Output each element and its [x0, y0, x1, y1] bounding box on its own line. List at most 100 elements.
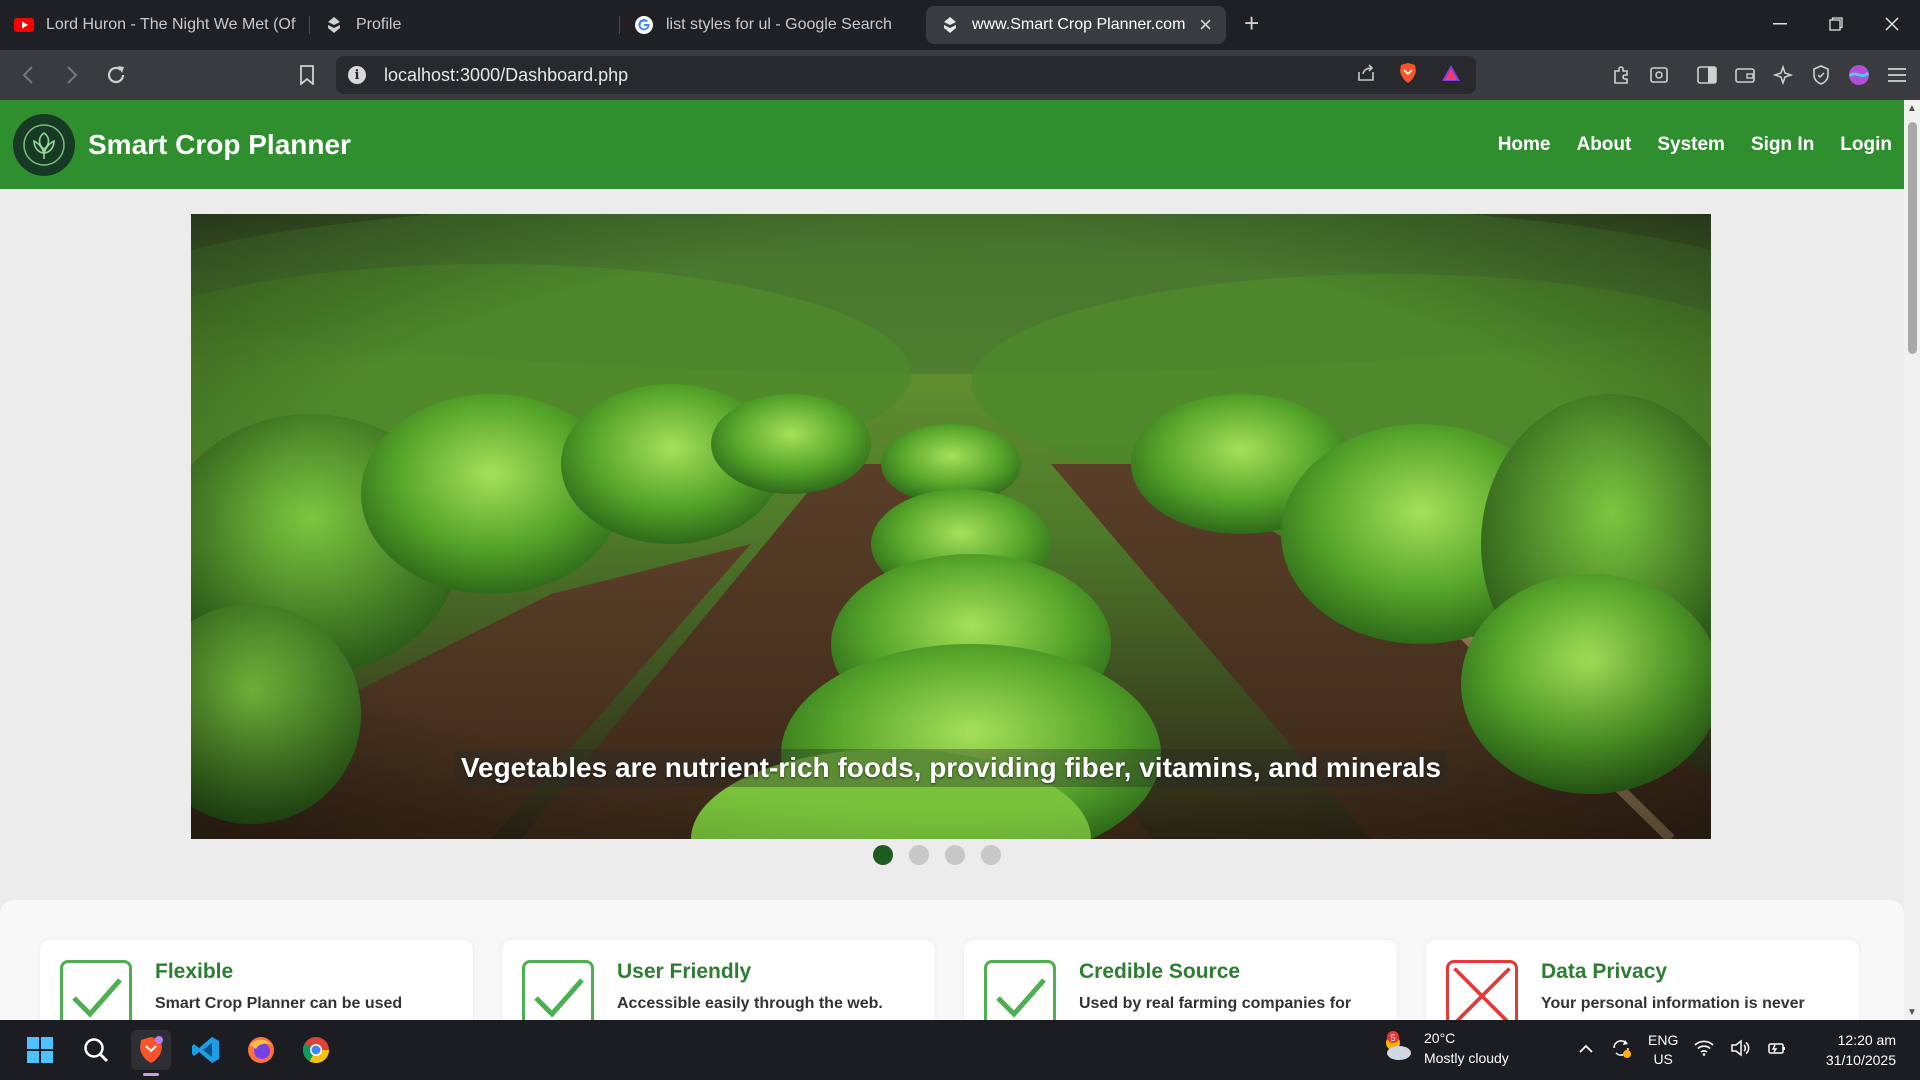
weather-temp: 20°C — [1424, 1030, 1456, 1046]
tab-label: www.Smart Crop Planner.com — [972, 16, 1186, 33]
new-tab-button[interactable]: + — [1244, 10, 1259, 36]
weather-badge: 5 — [1390, 1033, 1395, 1043]
site-logo-icon — [324, 15, 344, 35]
feature-title: User Friendly — [617, 960, 752, 983]
menu-icon[interactable] — [1882, 60, 1912, 90]
features-section: Flexible Smart Crop Planner can be used … — [0, 900, 1904, 1020]
taskbar-chrome[interactable] — [296, 1030, 336, 1070]
language-code: ENG — [1648, 1032, 1679, 1048]
taskbar-brave[interactable] — [131, 1030, 171, 1076]
windows-taskbar: 5 20°C Mostly cloudy ENG US 12:20 am 31/… — [0, 1020, 1920, 1080]
carousel-dot-2[interactable] — [909, 845, 929, 865]
forward-arrow-icon — [67, 66, 78, 84]
forward-button[interactable] — [54, 57, 90, 93]
share-icon[interactable] — [1356, 63, 1376, 88]
brave-shields-icon[interactable] — [1398, 62, 1418, 89]
extensions-icon[interactable] — [1606, 60, 1636, 90]
restore-icon[interactable] — [1808, 0, 1864, 48]
battery-icon[interactable] — [1766, 1040, 1786, 1061]
cross-icon — [1446, 960, 1518, 1020]
reload-icon — [107, 66, 125, 84]
tab-smart-crop-planner[interactable]: www.Smart Crop Planner.com × — [926, 6, 1226, 44]
scroll-up-icon[interactable]: ▲ — [1904, 100, 1920, 116]
weather-condition: Mostly cloudy — [1424, 1050, 1509, 1066]
feature-card-user-friendly: User Friendly Accessible easily through … — [502, 940, 935, 1020]
carousel-dot-3[interactable] — [945, 845, 965, 865]
search-button[interactable] — [76, 1030, 116, 1070]
bookmark-icon — [300, 65, 314, 85]
nav-sign-in[interactable]: Sign In — [1751, 134, 1814, 156]
address-bar[interactable]: i localhost:3000/Dashboard.php — [336, 56, 1476, 94]
leo-ai-icon[interactable] — [1768, 60, 1798, 90]
minimize-icon[interactable] — [1752, 0, 1808, 48]
system-clock[interactable]: 12:20 am 31/10/2025 — [1826, 1030, 1896, 1070]
nav-login[interactable]: Login — [1840, 134, 1892, 156]
chrome-icon — [302, 1037, 330, 1064]
taskbar-firefox[interactable] — [241, 1030, 281, 1070]
chevron-up-icon[interactable] — [1578, 1041, 1594, 1059]
nav-system[interactable]: System — [1657, 134, 1725, 156]
region-code: US — [1653, 1051, 1673, 1067]
start-button[interactable] — [20, 1030, 60, 1070]
close-window-icon[interactable] — [1864, 0, 1920, 48]
carousel-dot-4[interactable] — [981, 845, 1001, 865]
back-button[interactable] — [10, 57, 46, 93]
vpn-icon[interactable] — [1806, 60, 1836, 90]
wifi-icon[interactable] — [1694, 1040, 1714, 1061]
cloudy-weather-icon: 5 — [1386, 1031, 1411, 1060]
site-logo-icon — [940, 15, 960, 35]
toolbar-extensions — [1606, 50, 1912, 100]
check-icon — [984, 960, 1056, 1020]
language-indicator[interactable]: ENG US — [1648, 1031, 1678, 1069]
sync-icon[interactable] — [1610, 1037, 1632, 1064]
feature-text: Accessible easily through the web. — [617, 995, 883, 1012]
brave-browser-icon — [140, 1036, 163, 1063]
browser-toolbar: i localhost:3000/Dashboard.php — [0, 50, 1920, 100]
carousel-indicators — [0, 845, 1904, 865]
firefox-icon — [248, 1037, 274, 1063]
wallet-icon[interactable] — [1730, 60, 1760, 90]
site-brand-title[interactable]: Smart Crop Planner — [88, 129, 351, 161]
tab-google-search[interactable]: list styles for ul - Google Search — [620, 6, 926, 44]
carousel-caption: Vegetables are nutrient-rich foods, prov… — [191, 749, 1711, 787]
page-scrollbar[interactable]: ▲ ▼ — [1904, 100, 1920, 1020]
brave-rewards-icon[interactable] — [1440, 63, 1462, 88]
site-info-icon[interactable]: i — [348, 66, 366, 84]
vegetable-field-image — [191, 214, 1711, 839]
profile-avatar-icon[interactable] — [1844, 60, 1874, 90]
scrollbar-thumb[interactable] — [1908, 122, 1917, 354]
feature-text: Your personal information is never — [1541, 995, 1805, 1012]
reload-button[interactable] — [98, 57, 134, 93]
feature-text: Used by real farming companies for — [1079, 995, 1352, 1012]
sidebar-icon[interactable] — [1692, 60, 1722, 90]
feature-text: Smart Crop Planner can be used — [155, 995, 403, 1012]
youtube-icon — [14, 15, 34, 35]
windows-logo-icon — [27, 1037, 53, 1063]
nav-about[interactable]: About — [1576, 134, 1631, 156]
tab-label: Lord Huron - The Night We Met (Offi — [46, 16, 296, 33]
taskbar-vscode[interactable] — [186, 1030, 226, 1070]
feature-title: Flexible — [155, 960, 234, 983]
url-text[interactable]: localhost:3000/Dashboard.php — [384, 65, 628, 86]
tab-profile[interactable]: Profile — [310, 6, 620, 44]
tab-strip: Lord Huron - The Night We Met (Offi Prof… — [0, 0, 1920, 50]
volume-icon[interactable] — [1730, 1038, 1750, 1062]
scroll-down-icon[interactable]: ▼ — [1904, 1004, 1920, 1020]
bookmark-button[interactable] — [290, 58, 324, 92]
page-viewport: Smart Crop Planner Home About System Sig… — [0, 100, 1904, 1020]
reader-mode-icon[interactable] — [1644, 60, 1674, 90]
carousel-dot-1[interactable] — [873, 845, 893, 865]
close-tab-icon[interactable]: × — [1189, 14, 1212, 36]
feature-card-data-privacy: Data Privacy Your personal information i… — [1426, 940, 1859, 1020]
weather-widget[interactable]: 5 20°C Mostly cloudy — [1380, 1028, 1509, 1068]
check-icon — [60, 960, 132, 1020]
tab-label: list styles for ul - Google Search — [666, 16, 892, 33]
system-tray: ENG US — [1578, 1020, 1786, 1080]
site-logo[interactable] — [13, 113, 75, 176]
search-icon — [84, 1038, 109, 1063]
carousel-slide[interactable]: Vegetables are nutrient-rich foods, prov… — [191, 214, 1711, 839]
tab-youtube[interactable]: Lord Huron - The Night We Met (Offi — [0, 6, 310, 44]
nav-home[interactable]: Home — [1498, 134, 1551, 156]
tab-label: Profile — [356, 16, 402, 33]
feature-title: Data Privacy — [1541, 960, 1668, 983]
